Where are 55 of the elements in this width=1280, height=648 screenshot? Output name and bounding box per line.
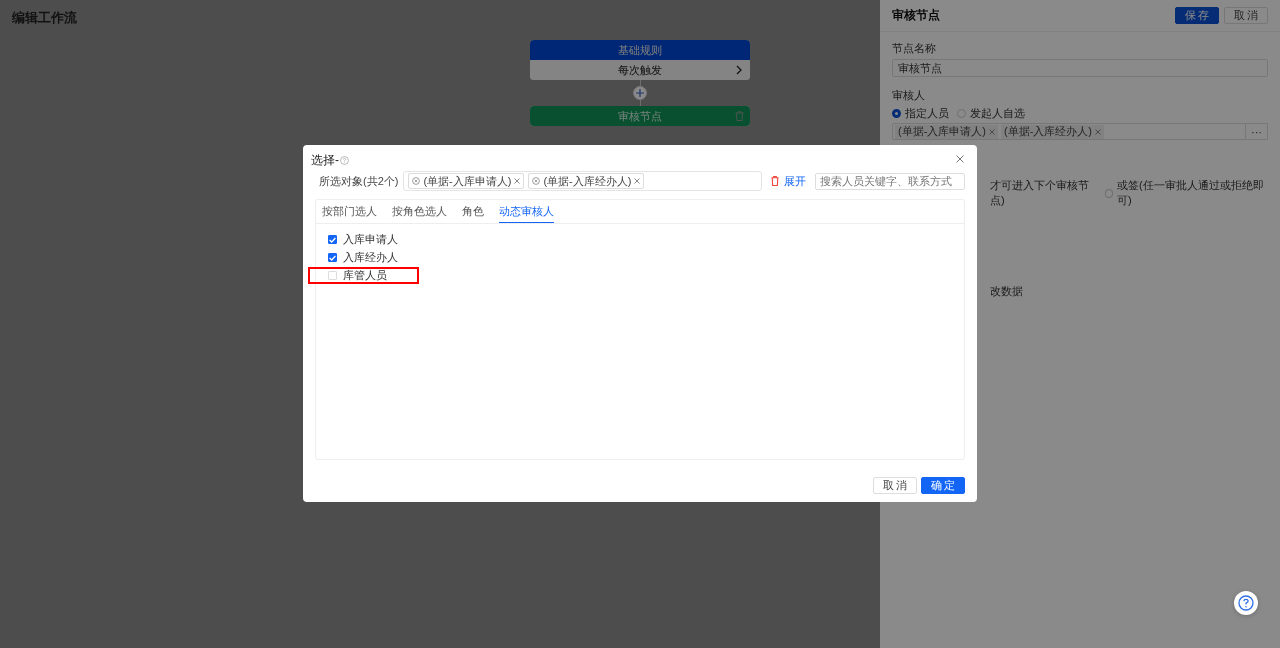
flow-node-card[interactable]: 基础规则 每次触发 [530,40,750,80]
option-label: 才可进入下个审核节点) [990,178,1090,208]
search-field[interactable]: 搜索人员关键字、联系方式 [815,172,965,190]
cancel-button[interactable]: 取消 [1224,7,1268,24]
add-node-button[interactable] [633,86,647,100]
option-label: 改数据 [990,285,1023,297]
radio-option[interactable]: 指定人员 [892,106,949,120]
field-label: 节点名称 [892,42,937,55]
node-title: 基础规则 [618,42,662,58]
tag-label: (单据-入库申请人) [898,124,986,139]
close-icon[interactable] [956,155,964,163]
tab[interactable]: 按部门选人 [322,200,377,223]
node-title: 审核节点 [618,108,662,124]
checkbox[interactable] [328,235,337,244]
close-icon[interactable] [514,178,521,184]
panel-title: 审核节点 [892,7,940,24]
tab[interactable]: 动态审核人 [499,200,554,223]
close-icon[interactable] [634,178,641,184]
tag-label: (单据-入库申请人) [423,173,512,189]
tag-label: (单据-入库经办人) [543,173,632,189]
node-trigger-text: 每次触发 [618,62,662,78]
page-title: 编辑工作流 [11,9,78,27]
field-label: 审核人 [892,89,926,102]
tab[interactable]: 角色 [462,200,484,223]
radio-label: 发起人自选 [970,105,1025,121]
checkbox-option[interactable]: 入库经办人 [326,249,400,266]
circle-x-icon [412,177,421,185]
node-name-field[interactable]: 审核节点 [892,59,1268,77]
checkbox-label: 入库申请人 [343,232,398,247]
tag-label: (单据-入库经办人) [1004,124,1092,139]
help-icon [340,155,349,165]
close-icon[interactable] [1095,128,1101,135]
confirm-button[interactable]: 确定 [921,477,965,494]
checkbox-option[interactable]: 入库申请人 [326,231,400,248]
help-icon [1238,595,1254,611]
checkbox-option[interactable]: 库管人员 [308,267,419,284]
plus-icon [636,89,644,97]
save-button[interactable]: 保存 [1175,7,1219,24]
checkbox[interactable] [328,253,337,262]
chevron-right-icon[interactable] [736,65,742,75]
circle-x-icon [532,177,541,185]
close-icon[interactable] [989,128,995,135]
radio-label: 指定人员 [905,105,949,121]
cancel-button[interactable]: 取消 [873,477,917,494]
radio-option[interactable]: 发起人自选 [957,106,1025,120]
selected-label: 所选对象(共2个) [318,173,399,189]
checkbox-label: 入库经办人 [343,250,398,265]
expand-link[interactable]: 展开 [784,173,806,189]
radio-icon[interactable] [892,108,901,118]
tab[interactable]: 按角色选人 [392,200,447,223]
checkbox-label: 库管人员 [343,268,387,283]
dialog-title: 选择- [311,151,339,169]
approver-field[interactable]: (单据-入库申请人) (单据-入库经办人) [892,123,1246,140]
trash-icon[interactable] [771,176,779,186]
more-button[interactable]: ··· [1246,123,1268,140]
